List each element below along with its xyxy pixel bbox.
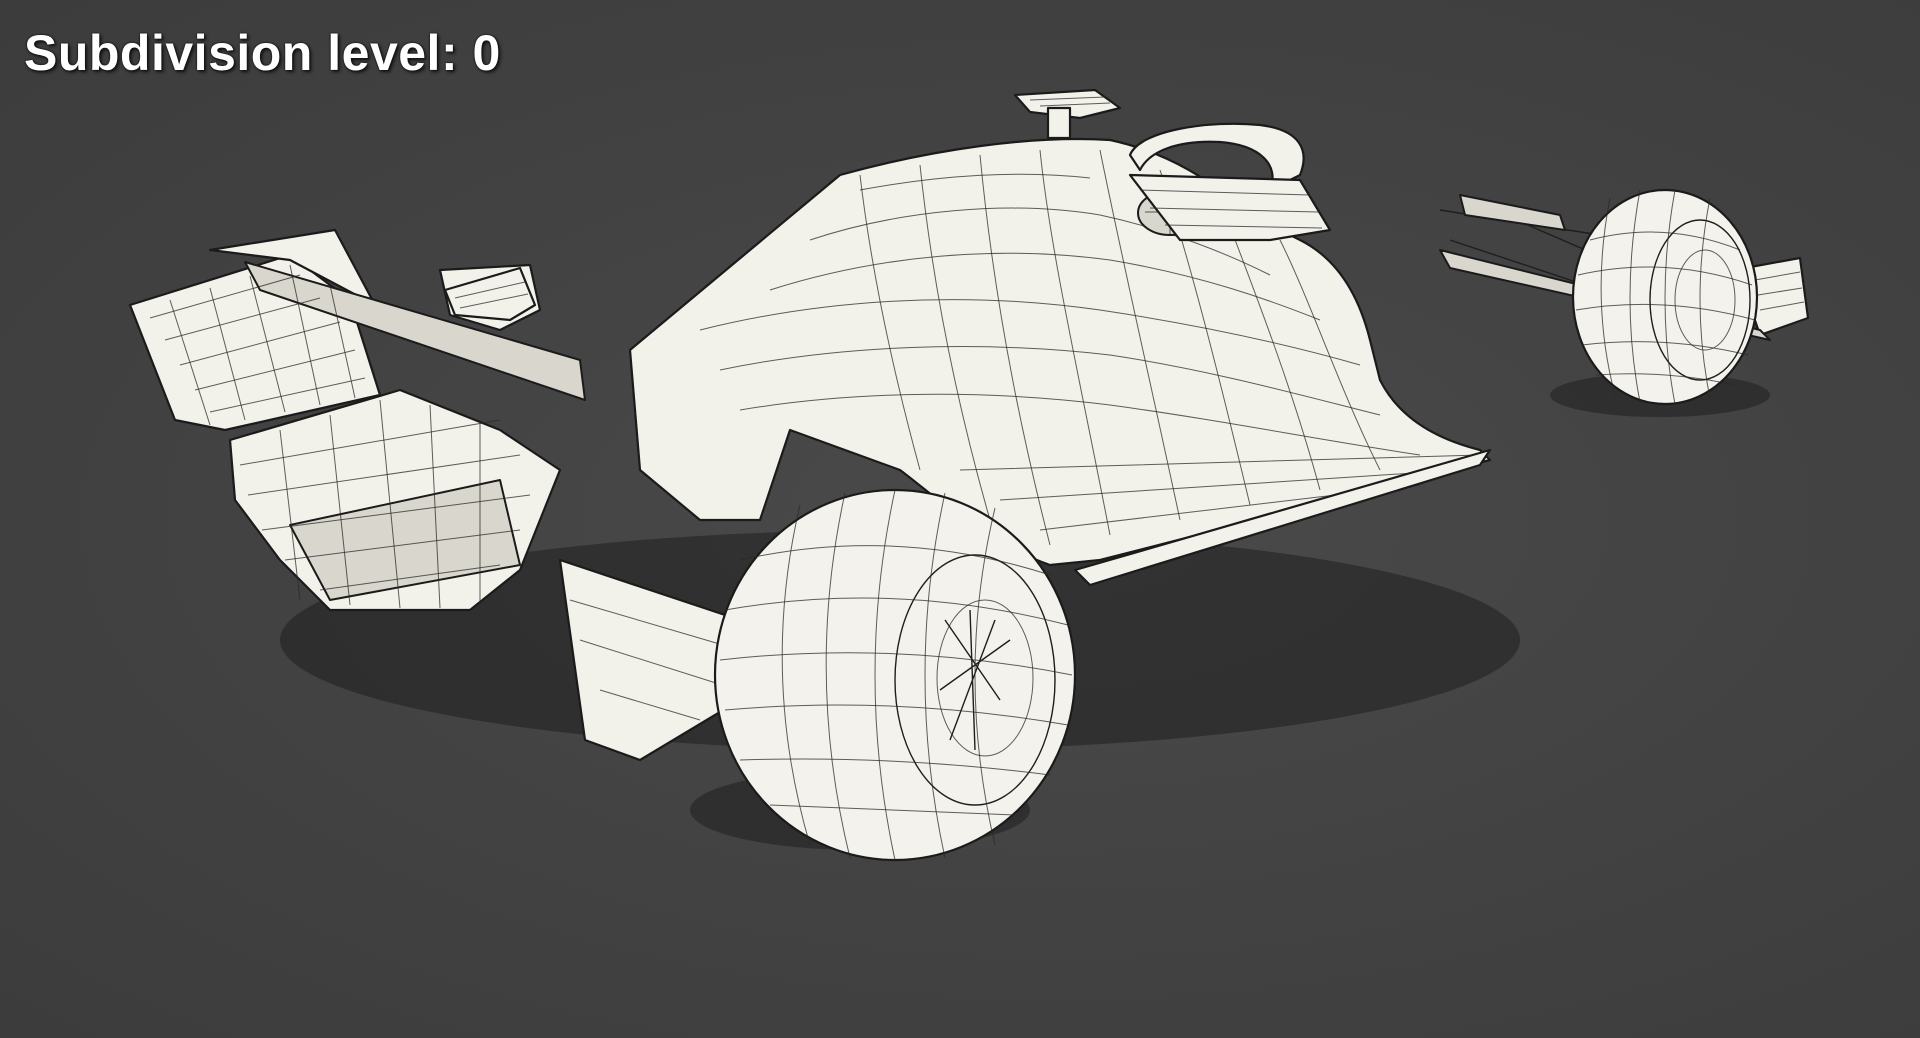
airbox xyxy=(1013,88,1122,140)
rear-left-tyre xyxy=(713,488,1077,862)
front-right-tyre xyxy=(1571,188,1759,406)
subdivision-level-label: Subdivision level: 0 xyxy=(24,25,501,81)
car-wireframe-render xyxy=(128,88,1810,862)
rear-wing xyxy=(128,228,586,432)
cockpit-halo xyxy=(1128,122,1332,242)
render-viewport: Subdivision level: 0 xyxy=(0,0,1920,1038)
